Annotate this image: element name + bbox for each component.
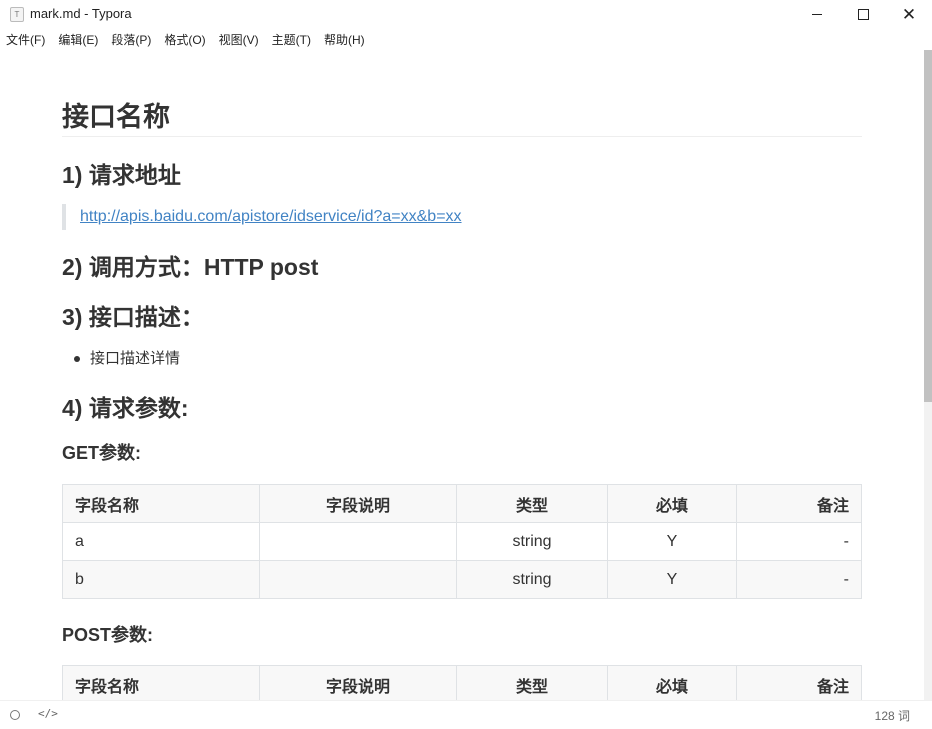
maximize-button[interactable] bbox=[840, 0, 886, 28]
heading-get-params[interactable]: GET参数: bbox=[62, 439, 141, 465]
table-cell[interactable]: b bbox=[62, 560, 260, 599]
col-header-remark[interactable]: 备注 bbox=[736, 484, 862, 523]
minimize-button[interactable] bbox=[794, 0, 840, 28]
blockquote: http://apis.baidu.com/apistore/idservice… bbox=[62, 204, 462, 230]
col-header-remark[interactable]: 备注 bbox=[736, 665, 862, 704]
table-row: b string Y - bbox=[62, 560, 862, 599]
table-cell[interactable]: string bbox=[456, 560, 608, 599]
typora-app-icon: T bbox=[10, 7, 24, 22]
col-header-type[interactable]: 类型 bbox=[456, 484, 608, 523]
table-cell[interactable] bbox=[259, 560, 457, 599]
heading-request-params[interactable]: 4) 请求参数: bbox=[62, 389, 189, 423]
close-button[interactable]: ✕ bbox=[886, 0, 932, 28]
table-cell[interactable] bbox=[259, 522, 457, 561]
col-header-type[interactable]: 类型 bbox=[456, 665, 608, 704]
url-link[interactable]: http://apis.baidu.com/apistore/idservice… bbox=[80, 208, 462, 225]
table-cell[interactable]: Y bbox=[607, 522, 737, 561]
status-bar: </> 128 词 bbox=[0, 700, 932, 729]
menu-format[interactable]: 格式(O) bbox=[164, 30, 205, 50]
window-title: mark.md - Typora bbox=[30, 6, 132, 21]
list-item-text: 接口描述详情 bbox=[90, 350, 181, 367]
heading-1[interactable]: 接口名称 bbox=[62, 95, 862, 134]
word-count[interactable]: 128 词 bbox=[875, 707, 910, 724]
maximize-icon bbox=[857, 8, 869, 20]
col-header-field-name[interactable]: 字段名称 bbox=[62, 484, 260, 523]
heading-request-url[interactable]: 1) 请求地址 bbox=[62, 156, 181, 190]
menu-theme[interactable]: 主题(T) bbox=[272, 30, 311, 50]
table-cell[interactable]: a bbox=[62, 522, 260, 561]
menu-help[interactable]: 帮助(H) bbox=[324, 30, 365, 50]
title-bar: T mark.md - Typora ✕ bbox=[0, 0, 932, 28]
menu-view[interactable]: 视图(V) bbox=[219, 30, 259, 50]
menu-paragraph[interactable]: 段落(P) bbox=[111, 30, 151, 50]
table-row: a string Y - bbox=[62, 522, 862, 561]
list-item[interactable]: 接口描述详情 bbox=[74, 347, 180, 368]
menu-bar: 文件(F) 编辑(E) 段落(P) 格式(O) 视图(V) 主题(T) 帮助(H… bbox=[0, 30, 365, 50]
heading-call-method[interactable]: 2) 调用方式：HTTP post bbox=[62, 248, 318, 282]
col-header-field-desc[interactable]: 字段说明 bbox=[259, 665, 457, 704]
source-mode-icon[interactable]: </> bbox=[38, 707, 58, 720]
col-header-field-name[interactable]: 字段名称 bbox=[62, 665, 260, 704]
heading-underline bbox=[62, 136, 862, 137]
minimize-icon bbox=[812, 13, 822, 15]
table-cell[interactable]: - bbox=[736, 522, 862, 561]
scrollbar-thumb[interactable] bbox=[924, 50, 932, 402]
heading-post-params[interactable]: POST参数: bbox=[62, 621, 153, 647]
table-cell[interactable]: Y bbox=[607, 560, 737, 599]
menu-file[interactable]: 文件(F) bbox=[6, 30, 45, 50]
col-header-field-desc[interactable]: 字段说明 bbox=[259, 484, 457, 523]
col-header-required[interactable]: 必填 bbox=[607, 484, 737, 523]
get-params-table[interactable]: 字段名称 字段说明 类型 必填 备注 a string Y - b string… bbox=[62, 484, 862, 599]
post-params-table[interactable]: 字段名称 字段说明 类型 必填 备注 bbox=[62, 665, 862, 704]
table-cell[interactable]: string bbox=[456, 522, 608, 561]
table-cell[interactable]: - bbox=[736, 560, 862, 599]
outline-toggle-icon[interactable] bbox=[10, 710, 20, 720]
heading-description[interactable]: 3) 接口描述： bbox=[62, 298, 204, 332]
col-header-required[interactable]: 必填 bbox=[607, 665, 737, 704]
bullet-icon bbox=[74, 356, 80, 363]
menu-edit[interactable]: 编辑(E) bbox=[58, 30, 98, 50]
close-icon: ✕ bbox=[901, 4, 917, 24]
